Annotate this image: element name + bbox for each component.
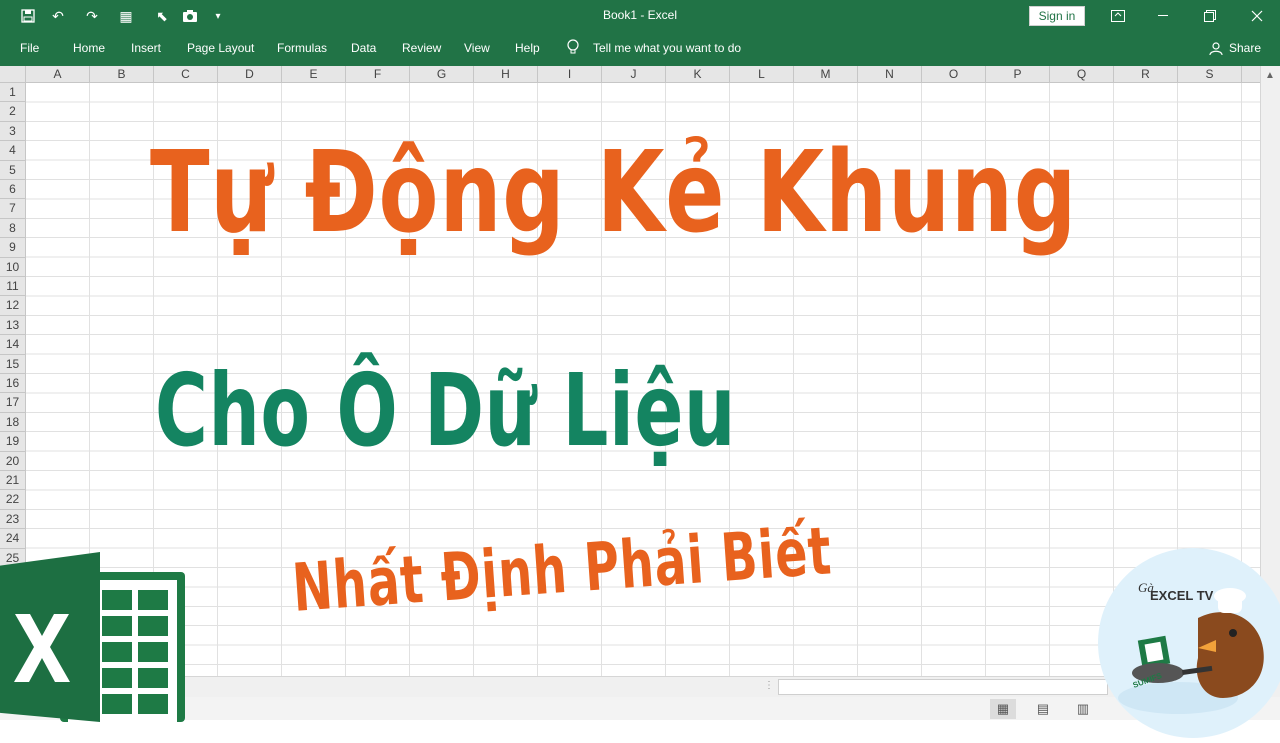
- share-person-icon[interactable]: [1209, 42, 1223, 59]
- row-header-22[interactable]: 22: [0, 490, 25, 510]
- normal-view-icon[interactable]: ▦: [990, 699, 1016, 719]
- column-header-o[interactable]: O: [922, 66, 986, 82]
- row-header-23[interactable]: 23: [0, 510, 25, 530]
- column-header-a[interactable]: A: [26, 66, 90, 82]
- column-header-q[interactable]: Q: [1050, 66, 1114, 82]
- row-header-24[interactable]: 24: [0, 529, 25, 549]
- tab-insert[interactable]: Insert: [131, 41, 161, 55]
- column-header-k[interactable]: K: [666, 66, 730, 82]
- window-title: Book1 - Excel: [602, 8, 678, 22]
- tab-review[interactable]: Review: [402, 41, 441, 55]
- row-header-4[interactable]: 4: [0, 141, 25, 161]
- column-header-s[interactable]: S: [1178, 66, 1242, 82]
- row-header-6[interactable]: 6: [0, 180, 25, 200]
- column-header-c[interactable]: C: [154, 66, 218, 82]
- column-header-h[interactable]: H: [474, 66, 538, 82]
- ribbon-display-icon[interactable]: [1095, 0, 1141, 32]
- row-header-20[interactable]: 20: [0, 452, 25, 471]
- column-header-r[interactable]: R: [1114, 66, 1178, 82]
- title-bar: ↶ ↷ ▦ ⬉ ▾ Book1 - Excel Sign in: [0, 0, 1280, 32]
- row-header-9[interactable]: 9: [0, 238, 25, 258]
- column-header-g[interactable]: G: [410, 66, 474, 82]
- row-header-15[interactable]: 15: [0, 355, 25, 374]
- horizontal-scrollbar[interactable]: [778, 679, 1108, 695]
- column-header-b[interactable]: B: [90, 66, 154, 82]
- column-header-d[interactable]: D: [218, 66, 282, 82]
- row-header-8[interactable]: 8: [0, 219, 25, 239]
- minimize-icon[interactable]: [1141, 0, 1187, 32]
- row-header-5[interactable]: 5: [0, 161, 25, 180]
- row-header-12[interactable]: 12: [0, 296, 25, 316]
- tab-file[interactable]: File: [20, 41, 39, 55]
- row-header-21[interactable]: 21: [0, 471, 25, 491]
- column-header-i[interactable]: I: [538, 66, 602, 82]
- restore-icon[interactable]: [1187, 0, 1233, 32]
- column-header-n[interactable]: N: [858, 66, 922, 82]
- column-header-f[interactable]: F: [346, 66, 410, 82]
- excel-logo: [0, 552, 190, 722]
- tab-page-layout[interactable]: Page Layout: [187, 41, 254, 55]
- row-header-14[interactable]: 14: [0, 335, 25, 355]
- row-header-13[interactable]: 13: [0, 316, 25, 336]
- page-layout-view-icon[interactable]: ▤: [1030, 699, 1056, 719]
- row-header-16[interactable]: 16: [0, 374, 25, 394]
- share-button[interactable]: Share: [1229, 41, 1261, 55]
- row-header-18[interactable]: 18: [0, 413, 25, 433]
- channel-logo-badge: SUMIFS Gà EXCEL TV: [1098, 548, 1280, 738]
- tab-formulas[interactable]: Formulas: [277, 41, 327, 55]
- row-header-17[interactable]: 17: [0, 393, 25, 413]
- row-header-3[interactable]: 3: [0, 122, 25, 142]
- column-headers: ABCDEFGHIJKLMNOPQRS: [26, 66, 1260, 83]
- split-handle-icon[interactable]: ⋮: [764, 680, 774, 691]
- row-header-1[interactable]: 1: [0, 83, 25, 103]
- close-icon[interactable]: [1234, 0, 1280, 32]
- column-header-p[interactable]: P: [986, 66, 1050, 82]
- page-break-view-icon[interactable]: ▥: [1070, 699, 1096, 719]
- column-header-l[interactable]: L: [730, 66, 794, 82]
- column-header-j[interactable]: J: [602, 66, 666, 82]
- badge-brand-name: EXCEL TV: [1150, 588, 1214, 603]
- lightbulb-icon[interactable]: [566, 39, 580, 58]
- row-header-11[interactable]: 11: [0, 277, 25, 297]
- ribbon-tabs: File Home Insert Page Layout Formulas Da…: [0, 32, 1280, 66]
- headline-line-1: Tự Động Kẻ Khung: [150, 128, 1078, 258]
- row-header-7[interactable]: 7: [0, 199, 25, 219]
- scroll-up-icon[interactable]: ▲: [1265, 70, 1275, 81]
- column-header-e[interactable]: E: [282, 66, 346, 82]
- sign-in-button[interactable]: Sign in: [1029, 6, 1085, 26]
- tab-home[interactable]: Home: [73, 41, 105, 55]
- column-header-m[interactable]: M: [794, 66, 858, 82]
- select-all-corner[interactable]: [0, 66, 26, 83]
- row-header-10[interactable]: 10: [0, 258, 25, 277]
- row-header-19[interactable]: 19: [0, 432, 25, 452]
- headline-line-2: Cho Ô Dữ Liệu: [155, 352, 737, 469]
- sheet-tab-bar: ⋮ ◀: [0, 677, 1280, 697]
- row-header-2[interactable]: 2: [0, 102, 25, 122]
- tab-view[interactable]: View: [464, 41, 490, 55]
- tab-data[interactable]: Data: [351, 41, 376, 55]
- tab-help[interactable]: Help: [515, 41, 540, 55]
- status-bar: ⋮ ◀ ▦ ▤ ▥: [0, 676, 1280, 720]
- tell-me-search[interactable]: Tell me what you want to do: [593, 41, 741, 55]
